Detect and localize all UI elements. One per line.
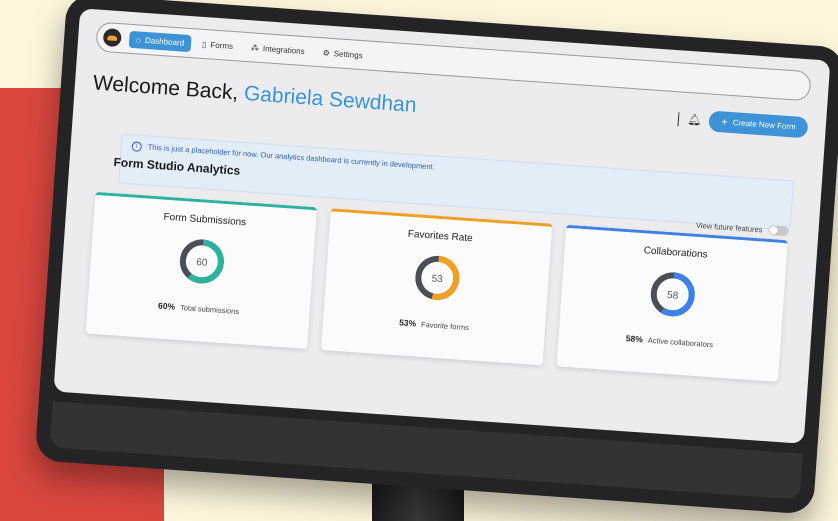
bell-icon[interactable]: 🔔︎	[687, 113, 702, 127]
app-screen: ⌂ Dashboard ▯ Forms ⁂ Integrations ⚙ Set…	[53, 8, 831, 444]
nav-item-dashboard[interactable]: ⌂ Dashboard	[128, 30, 192, 52]
future-features-toggle[interactable]	[768, 224, 789, 237]
card-caption: Favorite forms	[420, 319, 470, 333]
collaborations-gauge: 58	[650, 272, 695, 317]
favorites-gauge: 53	[415, 255, 460, 300]
card-title: Collaborations	[643, 245, 708, 261]
card-percent: 60%	[157, 300, 176, 312]
gauge-value: 58	[667, 290, 679, 302]
card-footer: 58% Active collaborators	[625, 333, 713, 349]
nav-item-label: Dashboard	[144, 35, 185, 48]
card-collaborations: Collaborations 58 58% Active collaborato…	[556, 224, 788, 382]
user-name: Gabriela Sewdhan	[243, 81, 418, 117]
create-button-label: Create New Form	[732, 118, 797, 132]
document-icon: ▯	[201, 39, 207, 49]
card-title: Form Submissions	[163, 211, 247, 229]
settings-icon: ⚙	[322, 47, 331, 58]
nav-item-settings[interactable]: ⚙ Settings	[315, 43, 370, 64]
monitor-frame: ⌂ Dashboard ▯ Forms ⁂ Integrations ⚙ Set…	[34, 0, 838, 515]
card-favorites-rate: Favorites Rate 53 53% Favorite forms	[321, 208, 553, 366]
nav-item-label: Settings	[333, 48, 363, 60]
card-title: Favorites Rate	[407, 228, 474, 245]
integrations-icon: ⁂	[250, 42, 260, 53]
nav-item-integrations[interactable]: ⁂ Integrations	[243, 38, 312, 60]
header-divider	[677, 111, 680, 126]
card-caption: Total submissions	[179, 303, 240, 317]
home-icon: ⌂	[135, 34, 142, 45]
gauge-value: 60	[196, 257, 208, 269]
header-actions: 🔔︎ + Create New Form	[677, 108, 809, 139]
page-title: Welcome Back, Gabriela Sewdhan	[92, 71, 417, 118]
nav-item-label: Forms	[210, 39, 234, 51]
nav-item-label: Integrations	[262, 43, 306, 56]
card-form-submissions: Form Submissions 60 60% Total submission…	[85, 191, 317, 349]
create-new-form-button[interactable]: + Create New Form	[708, 110, 809, 139]
card-percent: 53%	[398, 317, 417, 329]
welcome-text: Welcome Back,	[92, 71, 240, 105]
card-caption: Active collaborators	[647, 335, 714, 350]
gauge-value: 53	[431, 273, 443, 285]
app-logo[interactable]	[102, 28, 122, 48]
nav-item-forms[interactable]: ▯ Forms	[194, 35, 240, 55]
card-footer: 53% Favorite forms	[399, 317, 469, 332]
info-icon: i	[131, 141, 143, 152]
submissions-gauge: 60	[179, 239, 224, 284]
card-percent: 58%	[625, 333, 644, 345]
card-footer: 60% Total submissions	[158, 300, 240, 316]
plus-icon: +	[720, 115, 729, 129]
